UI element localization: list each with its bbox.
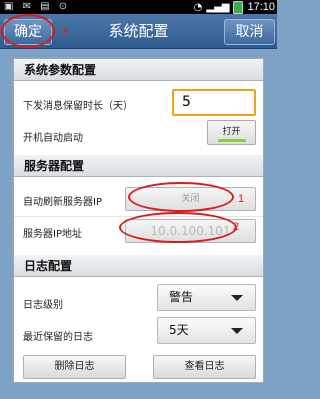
log-level-select[interactable]: 警告 — [157, 284, 256, 311]
status-bar: ▣ ✉ ▤ ⊙ ◔ ▂▄▆ 17:10 — [0, 0, 277, 14]
retention-label: 下发消息保留时长（天） — [23, 101, 133, 112]
log-keep-value: 5天 — [169, 323, 189, 337]
view-log-button[interactable]: 查看日志 — [153, 355, 256, 379]
autostart-label: 开机自动启动 — [23, 133, 83, 144]
annotation-ring-confirm — [1, 14, 55, 48]
annotation-mark-3: 3 — [61, 26, 68, 38]
clock: 17:10 — [247, 1, 275, 13]
log-level-label: 日志级别 — [23, 300, 63, 311]
retention-input[interactable]: 5 — [172, 89, 256, 116]
chevron-down-icon — [231, 328, 243, 334]
server-ip-label: 服务器IP地址 — [23, 229, 82, 240]
log-keep-label: 最近保留的日志 — [23, 332, 93, 343]
chevron-down-icon — [231, 295, 243, 301]
section-header-log: 日志配置 — [14, 255, 263, 277]
log-keep-select[interactable]: 5天 — [157, 317, 256, 344]
autorefresh-label: 自动刷新服务器IP — [23, 197, 102, 208]
annotation-mark-2: 2 — [233, 221, 240, 233]
section-header-server: 服务器配置 — [14, 155, 263, 177]
annotation-ring-autorefresh — [128, 182, 234, 212]
delete-log-button[interactable]: 删除日志 — [23, 355, 126, 379]
annotation-ring-server-ip — [119, 212, 237, 243]
section-header-system: 系统参数配置 — [14, 59, 263, 81]
signal-icon: ▂▄▆ — [206, 1, 230, 13]
log-level-value: 警告 — [169, 290, 194, 304]
cancel-button[interactable]: 取消 — [224, 19, 275, 45]
toggle-indicator — [218, 139, 246, 142]
autostart-toggle-label: 打开 — [222, 127, 241, 137]
wifi-icon: ◔ — [193, 1, 203, 13]
annotation-mark-1: 1 — [238, 193, 245, 205]
autostart-toggle[interactable]: 打开 — [207, 120, 256, 145]
notification-icons: ▣ ✉ ▤ ⊙ — [4, 1, 71, 12]
battery-icon — [233, 0, 244, 14]
status-right: ◔ ▂▄▆ 17:10 — [194, 0, 275, 14]
